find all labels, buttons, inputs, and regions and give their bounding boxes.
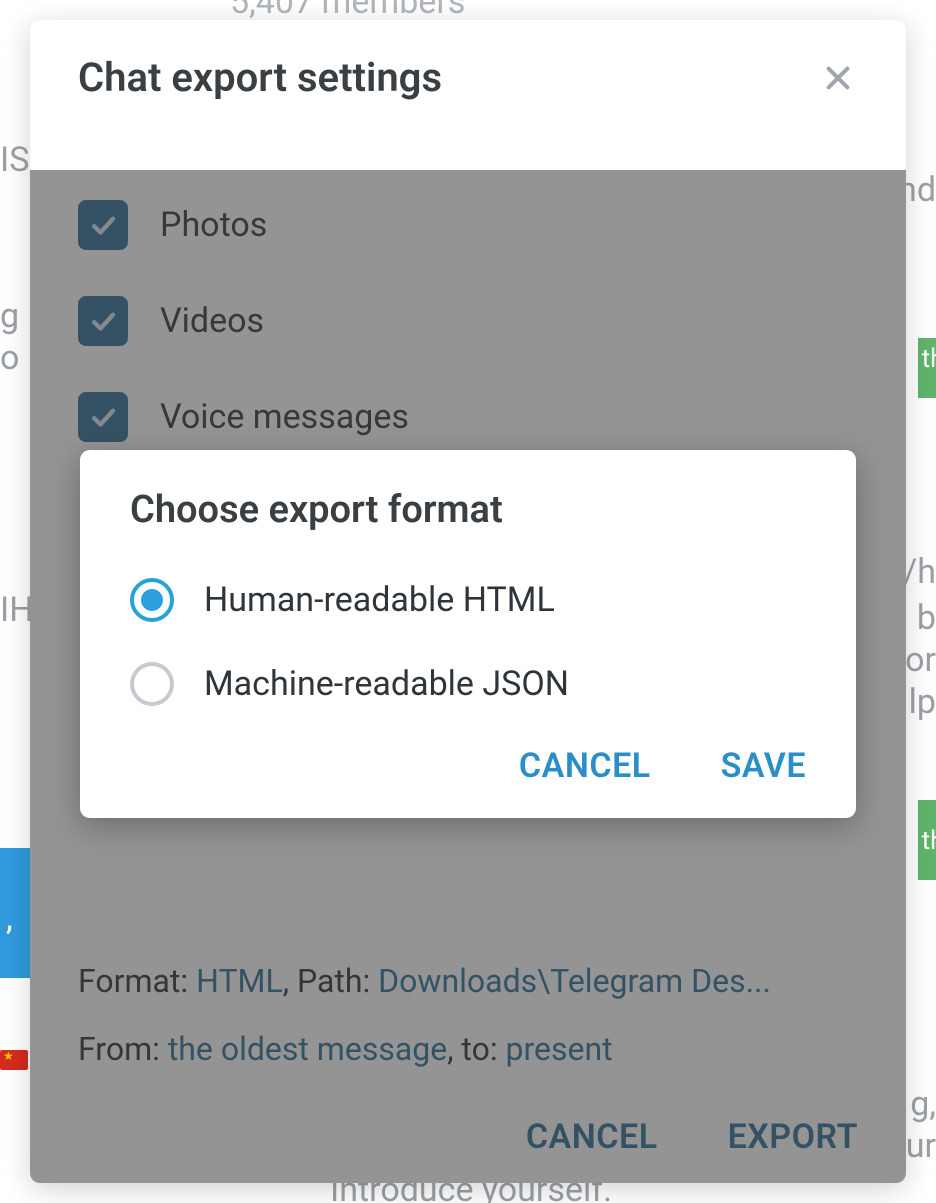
dialog-header: Chat export settings: [30, 20, 906, 131]
radio-button[interactable]: [130, 662, 174, 706]
close-button[interactable]: [818, 58, 858, 98]
bg-green: th: [918, 338, 936, 398]
bg-frag: g: [0, 296, 19, 336]
bg-frag: g,: [910, 1084, 936, 1124]
bg-frag: o: [0, 338, 19, 378]
flag-icon: [0, 1050, 28, 1070]
bg-blue: [0, 848, 30, 978]
inner-dialog-title: Choose export format: [130, 488, 806, 532]
dialog-title: Chat export settings: [78, 54, 442, 101]
bg-frag: or: [905, 640, 936, 680]
save-button[interactable]: SAVE: [721, 746, 806, 786]
radio-row-html[interactable]: Human-readable HTML: [130, 578, 806, 622]
radio-row-json[interactable]: Machine-readable JSON: [130, 662, 806, 706]
bg-frag: IH: [0, 590, 34, 630]
radio-label: Human-readable HTML: [204, 580, 555, 620]
bg-green: th: [918, 800, 936, 880]
bg-members: 5,407 members: [230, 0, 465, 22]
bg-frag: ,: [6, 898, 13, 938]
close-icon: [822, 62, 854, 94]
radio-button[interactable]: [130, 578, 174, 622]
bg-frag: lp: [909, 682, 936, 722]
cancel-button[interactable]: CANCEL: [519, 746, 651, 786]
choose-export-format-dialog: Choose export format Human-readable HTML…: [80, 450, 856, 818]
bg-frag: IS: [0, 140, 29, 180]
bg-frag: ur: [906, 1126, 936, 1166]
inner-dialog-buttons: CANCEL SAVE: [130, 746, 806, 786]
bg-frag: b: [917, 598, 936, 638]
radio-label: Machine-readable JSON: [204, 664, 569, 704]
bg-frag: /h: [903, 552, 936, 592]
